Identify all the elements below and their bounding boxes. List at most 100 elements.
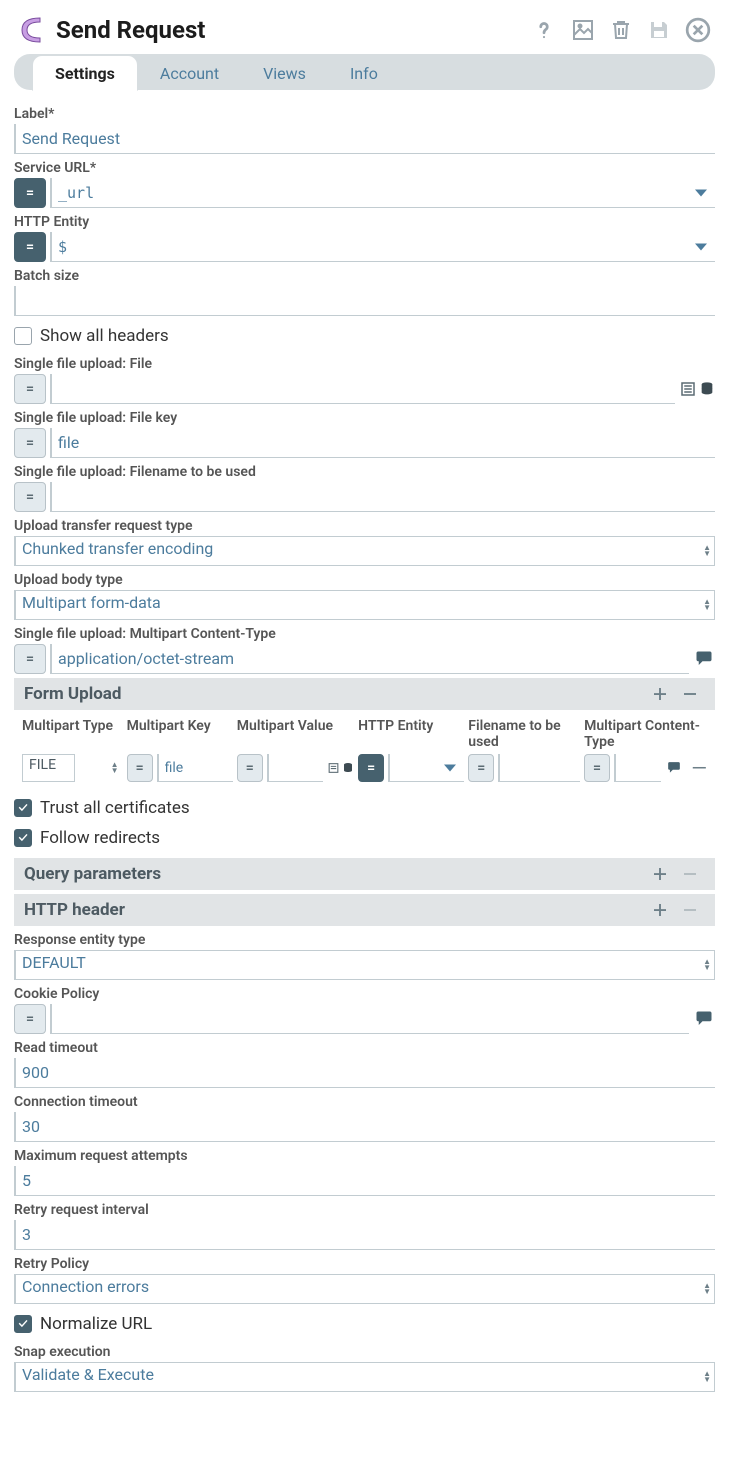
read-timeout-lbl: Read timeout bbox=[14, 1040, 715, 1056]
row-ctype-input[interactable] bbox=[614, 754, 661, 782]
batch-size-input[interactable] bbox=[14, 286, 715, 316]
query-parameters-section: Query parameters bbox=[14, 858, 715, 890]
expr-button[interactable]: = bbox=[14, 428, 46, 458]
list-icon[interactable] bbox=[679, 380, 697, 398]
show-all-headers-lbl: Show all headers bbox=[40, 326, 169, 346]
save-icon[interactable] bbox=[647, 18, 671, 42]
image-icon[interactable] bbox=[571, 18, 595, 42]
sfu-file-key-lbl: Single file upload: File key bbox=[14, 410, 715, 426]
form-upload-row: FILE▲▼ = = = = = — bbox=[14, 750, 715, 788]
suggest-icon[interactable] bbox=[693, 650, 715, 668]
remove-row-icon[interactable] bbox=[675, 685, 705, 703]
http-header-title: HTTP header bbox=[24, 900, 645, 920]
query-parameters-title: Query parameters bbox=[24, 864, 645, 884]
follow-redirects-lbl: Follow redirects bbox=[40, 828, 160, 848]
col-http-entity: HTTP Entity bbox=[358, 718, 464, 750]
add-row-icon[interactable] bbox=[645, 865, 675, 883]
dialog-header: Send Request bbox=[14, 10, 715, 54]
expr-button[interactable]: = bbox=[14, 178, 46, 208]
database-icon[interactable] bbox=[342, 761, 354, 775]
sfu-multipart-ct-lbl: Single file upload: Multipart Content-Ty… bbox=[14, 626, 715, 642]
row-http-entity-input[interactable] bbox=[388, 754, 464, 782]
suggest-icon[interactable] bbox=[693, 1010, 715, 1028]
tab-account[interactable]: Account bbox=[138, 56, 241, 90]
row-filename-input[interactable] bbox=[498, 754, 580, 782]
tab-settings[interactable]: Settings bbox=[32, 55, 138, 91]
label-lbl: Label* bbox=[14, 106, 715, 122]
form-upload-columns: Multipart Type Multipart Key Multipart V… bbox=[14, 710, 715, 750]
upload-body-type-lbl: Upload body type bbox=[14, 572, 715, 588]
show-all-headers-checkbox[interactable] bbox=[14, 327, 32, 345]
http-entity-lbl: HTTP Entity bbox=[14, 214, 715, 230]
expr-button[interactable]: = bbox=[14, 482, 46, 512]
multipart-key-input[interactable] bbox=[157, 754, 233, 782]
close-icon[interactable] bbox=[685, 17, 711, 43]
col-multipart-type: Multipart Type bbox=[22, 718, 123, 750]
label-input[interactable] bbox=[14, 124, 715, 154]
batch-size-lbl: Batch size bbox=[14, 268, 715, 284]
cookie-policy-input[interactable] bbox=[50, 1004, 689, 1034]
cookie-policy-lbl: Cookie Policy bbox=[14, 986, 715, 1002]
connection-timeout-input[interactable] bbox=[14, 1112, 715, 1142]
delete-icon[interactable] bbox=[609, 18, 633, 42]
list-icon[interactable] bbox=[327, 761, 340, 775]
form-upload-section: Form Upload bbox=[14, 678, 715, 710]
retry-policy-lbl: Retry Policy bbox=[14, 1256, 715, 1272]
expr-button[interactable]: = bbox=[127, 754, 153, 782]
sfu-filename-input[interactable] bbox=[50, 482, 715, 512]
response-entity-type-select[interactable]: DEFAULT bbox=[14, 950, 715, 980]
service-url-input[interactable] bbox=[50, 178, 715, 208]
add-row-icon[interactable] bbox=[645, 901, 675, 919]
upload-transfer-type-lbl: Upload transfer request type bbox=[14, 518, 715, 534]
sfu-file-lbl: Single file upload: File bbox=[14, 356, 715, 372]
dialog-title: Send Request bbox=[56, 16, 521, 44]
retry-interval-lbl: Retry request interval bbox=[14, 1202, 715, 1218]
add-row-icon[interactable] bbox=[645, 685, 675, 703]
help-icon[interactable] bbox=[531, 17, 557, 43]
snap-execution-select[interactable]: Validate & Execute bbox=[14, 1362, 715, 1392]
normalize-url-checkbox[interactable] bbox=[14, 1315, 32, 1333]
upload-transfer-type-select[interactable]: Chunked transfer encoding bbox=[14, 536, 715, 566]
expr-button[interactable]: = bbox=[14, 232, 46, 262]
multipart-type-select[interactable]: FILE bbox=[22, 754, 75, 782]
http-header-section: HTTP header bbox=[14, 894, 715, 926]
remove-row-icon[interactable]: — bbox=[687, 756, 707, 780]
max-attempts-lbl: Maximum request attempts bbox=[14, 1148, 715, 1164]
expr-button[interactable]: = bbox=[14, 374, 46, 404]
tab-bar: Settings Account Views Info bbox=[14, 54, 715, 90]
read-timeout-input[interactable] bbox=[14, 1058, 715, 1088]
tab-views[interactable]: Views bbox=[241, 56, 328, 90]
suggest-icon[interactable] bbox=[665, 761, 683, 775]
remove-row-icon[interactable] bbox=[675, 865, 705, 883]
col-multipart-value: Multipart Value bbox=[237, 718, 354, 750]
sfu-file-input[interactable] bbox=[50, 374, 675, 404]
http-entity-input[interactable] bbox=[50, 232, 715, 262]
database-icon[interactable] bbox=[699, 380, 715, 398]
expr-button[interactable]: = bbox=[468, 754, 494, 782]
response-entity-type-lbl: Response entity type bbox=[14, 932, 715, 948]
expr-button[interactable]: = bbox=[14, 1004, 46, 1034]
remove-row-icon[interactable] bbox=[675, 901, 705, 919]
expr-button[interactable]: = bbox=[14, 644, 46, 674]
sfu-multipart-ct-input[interactable] bbox=[50, 644, 689, 674]
col-content-type: Multipart Content-Type bbox=[584, 718, 707, 750]
retry-interval-input[interactable] bbox=[14, 1220, 715, 1250]
connection-timeout-lbl: Connection timeout bbox=[14, 1094, 715, 1110]
sfu-file-key-input[interactable] bbox=[50, 428, 715, 458]
service-url-lbl: Service URL* bbox=[14, 160, 715, 176]
follow-redirects-checkbox[interactable] bbox=[14, 829, 32, 847]
upload-body-type-select[interactable]: Multipart form-data bbox=[14, 590, 715, 620]
retry-policy-select[interactable]: Connection errors bbox=[14, 1274, 715, 1304]
form-upload-title: Form Upload bbox=[24, 684, 645, 704]
trust-all-lbl: Trust all certificates bbox=[40, 798, 190, 818]
expr-button[interactable]: = bbox=[358, 754, 384, 782]
snap-execution-lbl: Snap execution bbox=[14, 1344, 715, 1360]
normalize-url-lbl: Normalize URL bbox=[40, 1314, 152, 1334]
trust-all-checkbox[interactable] bbox=[14, 799, 32, 817]
multipart-value-input[interactable] bbox=[267, 754, 323, 782]
expr-button[interactable]: = bbox=[237, 754, 263, 782]
max-attempts-input[interactable] bbox=[14, 1166, 715, 1196]
expr-button[interactable]: = bbox=[584, 754, 610, 782]
snap-logo-icon bbox=[18, 16, 46, 44]
tab-info[interactable]: Info bbox=[328, 56, 400, 90]
